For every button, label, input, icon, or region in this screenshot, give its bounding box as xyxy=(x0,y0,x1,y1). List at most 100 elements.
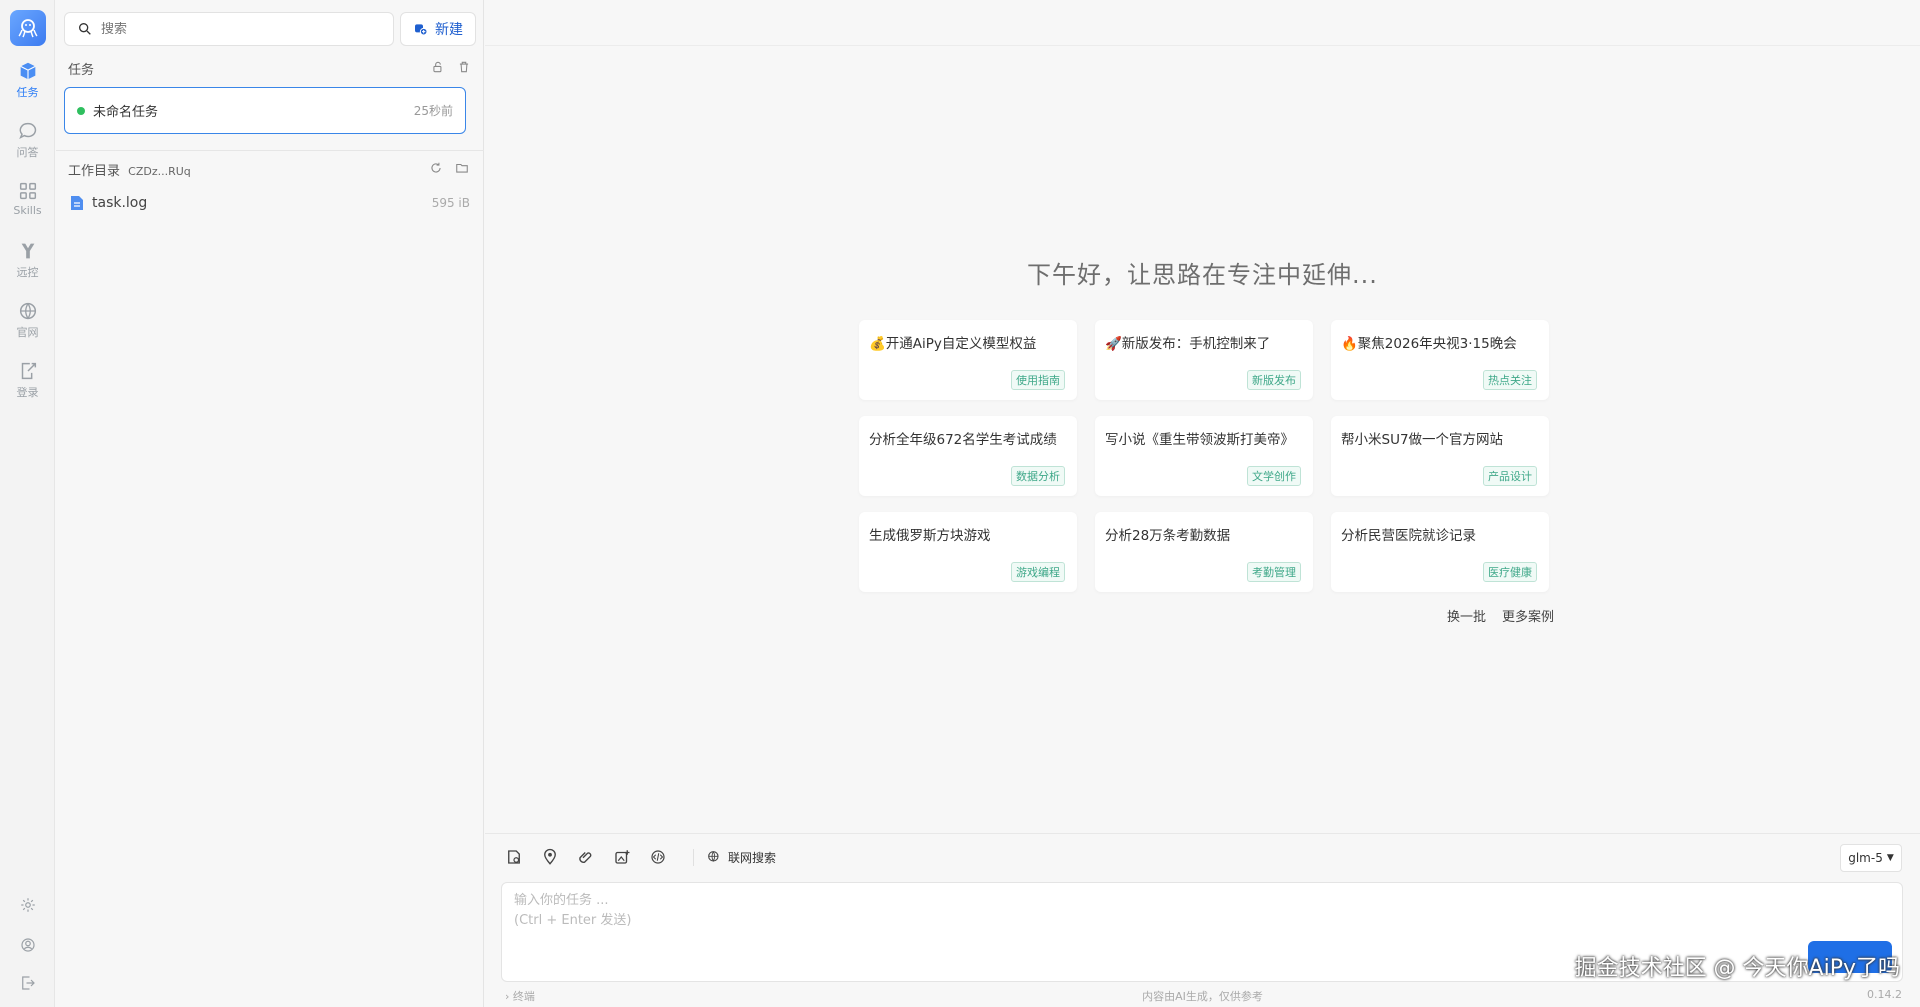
globe-search-icon xyxy=(708,851,719,862)
rail-item-tasks[interactable]: 任务 xyxy=(0,60,55,110)
web-search-label: 联网搜索 xyxy=(728,850,777,865)
example-card[interactable]: 写小说《重生带领波斯打美帝》 文学创作 xyxy=(1095,416,1313,496)
tasks-actions xyxy=(431,60,471,74)
octopus-icon xyxy=(18,19,38,38)
grid-icon xyxy=(19,182,36,200)
card-tag: 产品设计 xyxy=(1483,466,1537,486)
rail-label: 远控 xyxy=(16,266,39,279)
chevron-down-icon: ▼ xyxy=(1886,853,1894,863)
task-name: 未命名任务 xyxy=(93,105,159,120)
rail-item-website[interactable]: 官网 xyxy=(0,300,55,350)
remote-icon xyxy=(21,243,34,259)
rail-label: 问答 xyxy=(16,146,39,159)
code-icon[interactable] xyxy=(649,848,667,866)
trash-icon[interactable] xyxy=(457,60,471,74)
example-card[interactable]: 💰开通AiPy自定义模型权益 使用指南 xyxy=(859,320,1077,400)
workdir-id: CZDz...RUq xyxy=(128,165,191,178)
card-tag: 使用指南 xyxy=(1011,370,1065,390)
cube-icon xyxy=(19,62,36,80)
card-title: 💰开通AiPy自定义模型权益 xyxy=(869,336,1037,352)
lock-icon[interactable] xyxy=(431,60,445,74)
gear-icon xyxy=(20,898,35,912)
example-card[interactable]: 帮小米SU7做一个官方网站 产品设计 xyxy=(1331,416,1549,496)
login-icon xyxy=(21,362,36,380)
file-name: task.log xyxy=(92,195,148,211)
card-title: 🚀新版发布：手机控制来了 xyxy=(1105,336,1271,352)
logout-icon xyxy=(21,976,35,990)
card-tag: 医疗健康 xyxy=(1483,562,1537,582)
logout-button[interactable] xyxy=(0,968,55,998)
rail-item-remote[interactable]: 远控 xyxy=(0,240,55,290)
card-tag: 新版发布 xyxy=(1247,370,1301,390)
top-bar xyxy=(485,0,1920,46)
attachment-icon[interactable] xyxy=(577,848,595,866)
chat-icon xyxy=(18,122,36,139)
rail-label: 官网 xyxy=(16,326,39,339)
ai-disclaimer: 内容由AI生成，仅供参考 xyxy=(1142,990,1263,1003)
refresh-icon[interactable] xyxy=(429,161,443,175)
account-button[interactable] xyxy=(0,930,55,960)
image-add-icon[interactable] xyxy=(613,848,631,866)
card-links: 换一批 更多案例 xyxy=(1447,606,1554,625)
card-title: 分析28万条考勤数据 xyxy=(1105,528,1231,544)
model-select[interactable]: glm-5 ▼ xyxy=(1840,844,1902,872)
card-tag: 文学创作 xyxy=(1247,466,1301,486)
more-examples-link[interactable]: 更多案例 xyxy=(1502,606,1554,625)
card-title: 分析民营医院就诊记录 xyxy=(1341,528,1476,544)
panel-divider xyxy=(56,150,484,151)
card-title: 生成俄罗斯方块游戏 xyxy=(869,528,991,544)
task-item[interactable]: 未命名任务 25秒前 xyxy=(64,87,466,134)
workdir-heading: 工作目录 CZDz...RUq xyxy=(68,160,191,179)
search-input[interactable] xyxy=(101,21,361,37)
task-panel: 新建 任务 未命名任务 25秒前 工作目录 CZDz...RUq task.lo… xyxy=(56,0,484,1007)
card-tag: 游戏编程 xyxy=(1011,562,1065,582)
card-tag: 数据分析 xyxy=(1011,466,1065,486)
rail-item-skills[interactable]: Skills xyxy=(0,180,55,230)
rail-item-login[interactable]: 登录 xyxy=(0,360,55,410)
example-card[interactable]: 分析28万条考勤数据 考勤管理 xyxy=(1095,512,1313,592)
composer-toolbar: 联网搜索 xyxy=(505,848,776,866)
card-tag: 考勤管理 xyxy=(1247,562,1301,582)
user-icon xyxy=(20,938,35,952)
main-area: 下午好，让思路在专注中延伸... 💰开通AiPy自定义模型权益 使用指南 🚀新版… xyxy=(485,0,1920,1007)
settings-button[interactable] xyxy=(0,890,55,920)
example-card[interactable]: 生成俄罗斯方块游戏 游戏编程 xyxy=(859,512,1077,592)
version-label: 0.14.2 xyxy=(1867,988,1902,1001)
rail-label: Skills xyxy=(13,204,42,217)
workdir-actions xyxy=(429,161,469,175)
app-logo[interactable] xyxy=(10,10,46,46)
example-card[interactable]: 🚀新版发布：手机控制来了 新版发布 xyxy=(1095,320,1313,400)
search-box[interactable] xyxy=(64,12,394,46)
input-placeholder-line2: (Ctrl + Enter 发送) xyxy=(514,913,632,928)
rail-item-qa[interactable]: 问答 xyxy=(0,120,55,170)
example-card[interactable]: 分析民营医院就诊记录 医疗健康 xyxy=(1331,512,1549,592)
refresh-cards-link[interactable]: 换一批 xyxy=(1447,606,1486,625)
document-icon[interactable] xyxy=(505,848,523,866)
folder-icon[interactable] xyxy=(455,161,469,175)
card-tag: 热点关注 xyxy=(1483,370,1537,390)
new-task-label: 新建 xyxy=(435,22,463,38)
card-title: 🔥聚焦2026年央视3·15晚会 xyxy=(1341,336,1517,352)
globe-icon xyxy=(19,302,36,320)
file-item[interactable]: task.log 595 iB xyxy=(70,192,470,214)
status-dot xyxy=(77,106,85,115)
composer-divider xyxy=(485,833,1920,834)
task-time: 25秒前 xyxy=(413,104,453,118)
new-task-button[interactable]: 新建 xyxy=(400,12,476,46)
web-search-toggle[interactable]: 联网搜索 xyxy=(693,848,777,866)
watermark: 掘金技术社区 @ 今天你AiPy了吗 xyxy=(1574,956,1900,981)
greeting-text: 下午好，让思路在专注中延伸... xyxy=(1027,261,1378,289)
location-icon[interactable] xyxy=(541,848,559,866)
new-task-icon xyxy=(415,24,428,36)
tasks-heading: 任务 xyxy=(68,63,95,78)
input-placeholder-line1: 输入你的任务 ... xyxy=(514,893,609,908)
search-icon xyxy=(79,22,91,35)
example-card[interactable]: 🔥聚焦2026年央视3·15晚会 热点关注 xyxy=(1331,320,1549,400)
example-card[interactable]: 分析全年级672名学生考试成绩 数据分析 xyxy=(859,416,1077,496)
rail-label: 登录 xyxy=(16,386,39,399)
file-icon xyxy=(71,196,83,210)
workdir-title: 工作目录 xyxy=(68,164,121,179)
card-title: 写小说《重生带领波斯打美帝》 xyxy=(1105,432,1294,448)
card-title: 帮小米SU7做一个官方网站 xyxy=(1341,432,1504,448)
footer: › 终端 内容由AI生成，仅供参考 0.14.2 xyxy=(485,988,1920,1006)
